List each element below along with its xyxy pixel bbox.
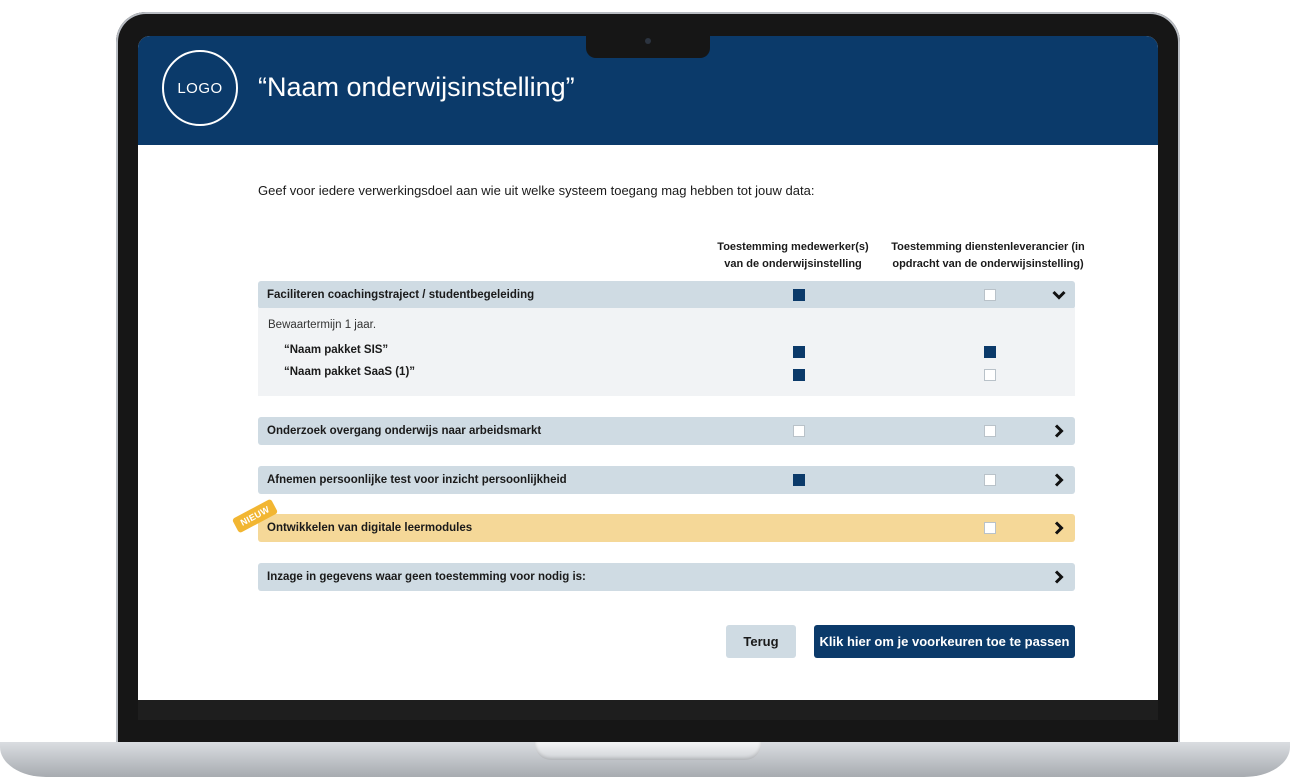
camera-icon xyxy=(645,38,651,44)
provider-consent-checkbox[interactable] xyxy=(984,425,996,437)
chevron-right-icon[interactable] xyxy=(1050,568,1068,586)
chevron-right-icon[interactable] xyxy=(1050,519,1068,537)
employee-consent-checkbox[interactable] xyxy=(793,425,805,437)
purpose-row-personality-test[interactable]: Afnemen persoonlijke test voor inzicht p… xyxy=(258,466,1075,494)
purpose-details-coaching: Bewaartermijn 1 jaar. “Naam pakket SIS” … xyxy=(258,308,1075,396)
package-label-saas: “Naam pakket SaaS (1)” xyxy=(284,366,416,378)
employee-consent-checkbox[interactable] xyxy=(793,289,805,301)
chevron-right-icon[interactable] xyxy=(1050,422,1068,440)
package-label-sis: “Naam pakket SIS” xyxy=(284,344,389,356)
purpose-label: Inzage in gegevens waar geen toestemming… xyxy=(267,571,586,583)
back-button[interactable]: Terug xyxy=(726,625,796,658)
intro-text: Geef voor iedere verwerkingsdoel aan wie… xyxy=(258,183,815,198)
employee-consent-checkbox[interactable] xyxy=(793,474,805,486)
column-header-employee-consent: Toestemming medewerker(s) van de onderwi… xyxy=(717,241,869,270)
purpose-label: Afnemen persoonlijke test voor inzicht p… xyxy=(267,474,567,486)
retention-period: Bewaartermijn 1 jaar. xyxy=(268,319,377,331)
purpose-label: Ontwikkelen van digitale leermodules xyxy=(267,522,473,534)
page-title: “Naam onderwijsinstelling” xyxy=(258,72,575,102)
package-sis-provider-checkbox[interactable] xyxy=(984,346,996,358)
package-sis-employee-checkbox[interactable] xyxy=(793,346,805,358)
camera-notch xyxy=(586,34,710,58)
purpose-row-coaching[interactable]: Faciliteren coachingstraject / studentbe… xyxy=(258,281,1075,309)
column-header-provider-consent: Toestemming dienstenleverancier (in opdr… xyxy=(891,241,1085,270)
purpose-row-no-consent-needed[interactable]: Inzage in gegevens waar geen toestemming… xyxy=(258,563,1075,591)
provider-consent-checkbox[interactable] xyxy=(984,474,996,486)
provider-consent-checkbox[interactable] xyxy=(984,289,996,301)
purpose-label: Faciliteren coachingstraject / studentbe… xyxy=(267,289,535,301)
chevron-down-icon[interactable] xyxy=(1050,286,1068,304)
logo: LOGO xyxy=(162,50,238,126)
chevron-right-icon[interactable] xyxy=(1050,471,1068,489)
purpose-row-labour-market[interactable]: Onderzoek overgang onderwijs naar arbeid… xyxy=(258,417,1075,445)
package-saas-employee-checkbox[interactable] xyxy=(793,369,805,381)
laptop-base-notch xyxy=(535,742,761,760)
app-screen: LOGO “Naam onderwijsinstelling” Geef voo… xyxy=(138,36,1158,700)
provider-consent-checkbox[interactable] xyxy=(984,522,996,534)
laptop-bezel xyxy=(138,700,1158,720)
purpose-label: Onderzoek overgang onderwijs naar arbeid… xyxy=(267,425,542,437)
purpose-row-digital-modules[interactable]: Ontwikkelen van digitale leermodules xyxy=(258,514,1075,542)
apply-preferences-button[interactable]: Klik hier om je voorkeuren toe te passen xyxy=(814,625,1075,658)
package-saas-provider-checkbox[interactable] xyxy=(984,369,996,381)
